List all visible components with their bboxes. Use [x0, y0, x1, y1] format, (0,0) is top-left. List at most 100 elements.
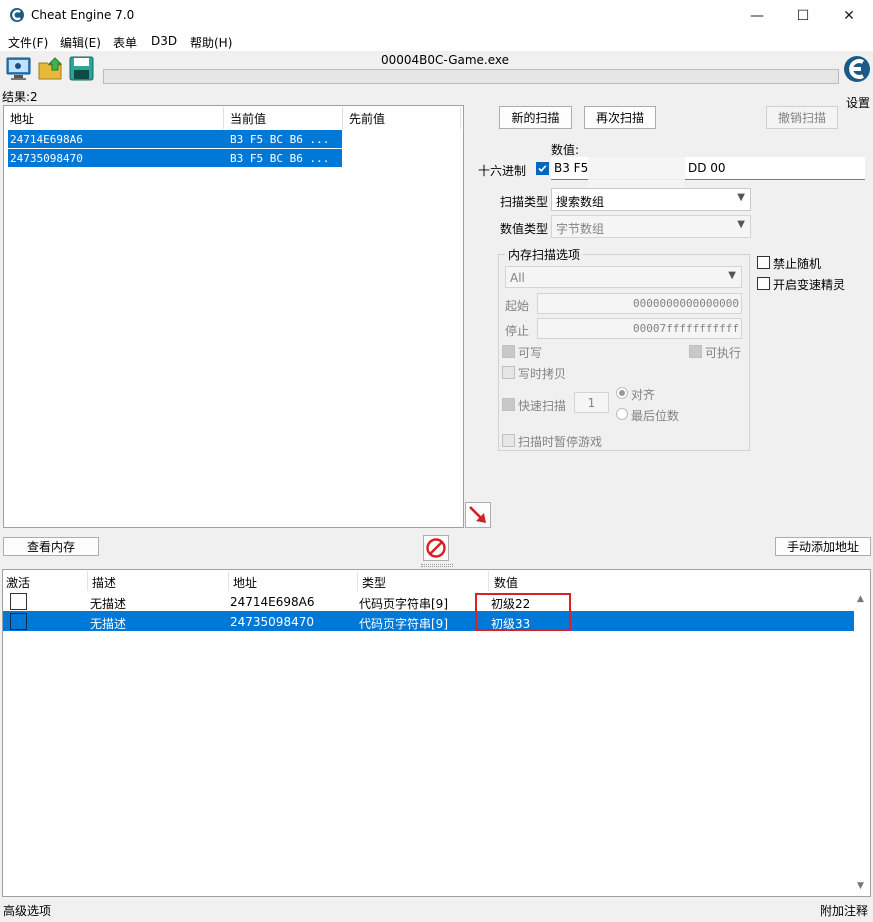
speedhack-label: 开启变速精灵: [773, 278, 846, 292]
scan-progress-bar: [103, 69, 839, 84]
no-entry-icon: [426, 538, 446, 558]
close-button[interactable]: ✕: [826, 0, 872, 31]
entry-description[interactable]: 无描述: [90, 615, 126, 632]
column-separator: [342, 107, 343, 129]
fast-scan-checkbox[interactable]: [502, 398, 515, 411]
results-count: 结果:2: [2, 90, 38, 104]
column-separator: [460, 107, 461, 129]
memory-region-select[interactable]: All ▼: [505, 266, 742, 288]
result-address: 24735098470: [10, 152, 83, 165]
result-current: B3 F5 BC B6 ...: [230, 133, 330, 146]
minimize-button[interactable]: —: [734, 0, 780, 31]
clear-list-button[interactable]: [423, 535, 449, 561]
scan-type-label: 扫描类型: [500, 195, 549, 209]
last-digits-radio[interactable]: [616, 408, 628, 420]
fast-scan-label: 快速扫描: [518, 399, 567, 413]
process-name: 00004B0C-Game.exe: [381, 53, 510, 67]
entry-address[interactable]: 24714E698A6: [230, 595, 315, 609]
found-results-list[interactable]: [3, 105, 464, 528]
column-current-value[interactable]: 当前值: [230, 110, 266, 127]
maximize-button[interactable]: ☐: [780, 0, 826, 31]
column-value[interactable]: 数值: [494, 574, 518, 591]
stop-label: 停止: [505, 324, 530, 338]
no-random-checkbox[interactable]: [757, 256, 770, 269]
column-separator: [488, 571, 489, 591]
result-address: 24714E698A6: [10, 133, 83, 146]
copy-on-write-checkbox[interactable]: [502, 366, 515, 379]
hex-checkbox[interactable]: [536, 162, 549, 175]
executable-label: 可执行: [705, 346, 742, 360]
table-extras-link[interactable]: 附加注释: [820, 902, 868, 919]
menu-help[interactable]: 帮助(H): [190, 34, 232, 51]
scan-type-select[interactable]: 搜索数组 ▼: [551, 188, 751, 211]
highlight-annotation-box: [475, 593, 571, 631]
active-checkbox[interactable]: [10, 613, 27, 630]
cheat-engine-logo-icon[interactable]: [842, 52, 872, 92]
last-digits-label: 最后位数: [631, 409, 680, 423]
result-row[interactable]: 24714E698A6 B3 F5 BC B6 ...: [8, 130, 342, 148]
stop-address-input[interactable]: 00007fffffffffff: [537, 318, 742, 339]
entry-description[interactable]: 无描述: [90, 595, 126, 612]
menu-d3d[interactable]: D3D: [151, 34, 177, 48]
menu-edit[interactable]: 编辑(E): [60, 34, 101, 51]
value-type-label: 数值类型: [500, 222, 549, 236]
fast-scan-input[interactable]: 1: [574, 392, 609, 413]
window-title: Cheat Engine 7.0: [31, 8, 135, 22]
column-description[interactable]: 描述: [92, 574, 116, 591]
start-address-input[interactable]: 0000000000000000: [537, 293, 742, 314]
new-scan-button[interactable]: 新的扫描: [499, 106, 572, 129]
pause-game-label: 扫描时暂停游戏: [518, 435, 603, 449]
open-file-icon[interactable]: [37, 55, 64, 82]
writable-label: 可写: [518, 346, 543, 360]
hex-label: 十六进制: [478, 164, 527, 178]
align-label: 对齐: [631, 388, 656, 402]
splitter-handle[interactable]: [421, 564, 453, 567]
scroll-up-icon[interactable]: ▲: [857, 594, 864, 604]
column-separator: [223, 107, 224, 129]
column-active[interactable]: 激活: [6, 574, 30, 591]
vertical-scrollbar[interactable]: ▲ ▼: [854, 591, 870, 896]
view-memory-button[interactable]: 查看内存: [3, 537, 99, 556]
no-random-label: 禁止随机: [773, 257, 822, 271]
entry-address[interactable]: 24735098470: [230, 615, 314, 629]
result-row[interactable]: 24735098470 B3 F5 BC B6 ...: [8, 149, 342, 167]
settings-label[interactable]: 设置: [846, 94, 870, 111]
column-address[interactable]: 地址: [10, 110, 34, 127]
column-separator: [87, 571, 88, 591]
column-address[interactable]: 地址: [233, 574, 257, 591]
chevron-down-icon: ▼: [737, 219, 745, 230]
writable-checkbox[interactable]: [502, 345, 515, 358]
column-previous-value[interactable]: 先前值: [349, 110, 385, 127]
value-type-value: 字节数组: [556, 222, 605, 236]
column-type[interactable]: 类型: [362, 574, 386, 591]
add-address-manually-button[interactable]: 手动添加地址: [775, 537, 871, 556]
column-separator: [357, 571, 358, 591]
result-current: B3 F5 BC B6 ...: [230, 152, 330, 165]
chevron-down-icon: ▼: [737, 192, 745, 203]
scroll-down-icon[interactable]: ▼: [857, 881, 864, 891]
active-checkbox[interactable]: [10, 593, 27, 610]
menu-table[interactable]: 表单: [113, 34, 137, 51]
value-type-select[interactable]: 字节数组 ▼: [551, 215, 751, 238]
executable-checkbox[interactable]: [689, 345, 702, 358]
entry-type[interactable]: 代码页字符串[9]: [359, 595, 448, 612]
value-label: 数值:: [551, 143, 580, 157]
undo-scan-button[interactable]: 撤销扫描: [766, 106, 838, 129]
chevron-down-icon: ▼: [728, 270, 736, 281]
advanced-options-link[interactable]: 高级选项: [3, 902, 51, 919]
value-prefix: B3 F5: [554, 161, 589, 175]
value-suffix: DD 00: [688, 161, 726, 175]
align-radio[interactable]: [616, 387, 628, 399]
open-process-icon[interactable]: [5, 55, 32, 82]
next-scan-button[interactable]: 再次扫描: [584, 106, 656, 129]
redaction-overlay: [588, 157, 685, 189]
speedhack-checkbox[interactable]: [757, 277, 770, 290]
entry-type[interactable]: 代码页字符串[9]: [359, 615, 448, 632]
red-arrow-icon: [469, 506, 486, 523]
pause-game-checkbox[interactable]: [502, 434, 515, 447]
check-icon: [538, 165, 547, 172]
add-to-list-button[interactable]: [465, 502, 491, 528]
menu-file[interactable]: 文件(F): [8, 34, 48, 51]
memory-options-title: 内存扫描选项: [505, 246, 584, 263]
save-icon[interactable]: [68, 55, 95, 82]
